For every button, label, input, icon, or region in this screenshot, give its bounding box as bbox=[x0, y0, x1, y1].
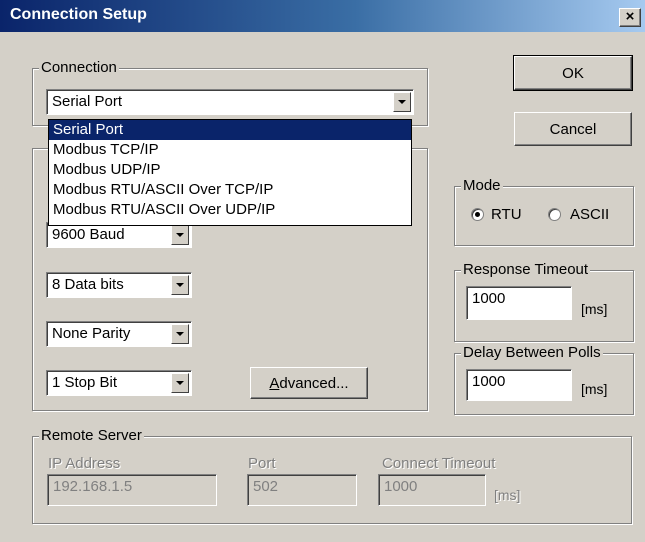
delay-between-polls-unit: [ms] bbox=[581, 381, 608, 397]
ip-address-value: 192.168.1.5 bbox=[53, 478, 133, 495]
connection-selected-value: Serial Port bbox=[52, 93, 123, 110]
chevron-down-icon bbox=[398, 100, 406, 104]
connection-dropdown-arrow[interactable] bbox=[393, 92, 411, 112]
advanced-accelerator: A bbox=[269, 374, 280, 392]
delay-between-polls-input[interactable]: 1000 bbox=[466, 369, 572, 401]
connect-timeout-unit: [ms] bbox=[494, 487, 521, 503]
connect-timeout-input[interactable]: 1000 bbox=[378, 474, 486, 506]
advanced-label-rest: dvanced... bbox=[279, 374, 349, 392]
parity-dropdown[interactable]: None Parity bbox=[46, 321, 192, 347]
response-timeout-legend: Response Timeout bbox=[461, 261, 591, 278]
stop-bits-value: 1 Stop Bit bbox=[52, 374, 118, 391]
mode-ascii-radio[interactable] bbox=[548, 208, 561, 221]
connection-option-rtu-ascii-over-udp[interactable]: Modbus RTU/ASCII Over UDP/IP bbox=[49, 200, 411, 220]
ok-button[interactable]: OK bbox=[513, 55, 633, 91]
connection-dropdown-list[interactable]: Serial Port Modbus TCP/IP Modbus UDP/IP … bbox=[48, 119, 412, 226]
baud-rate-dropdown-arrow[interactable] bbox=[171, 225, 189, 245]
ip-address-input[interactable]: 192.168.1.5 bbox=[47, 474, 217, 506]
parity-value: None Parity bbox=[52, 325, 131, 342]
port-label: Port bbox=[248, 455, 276, 472]
chevron-down-icon bbox=[176, 332, 184, 336]
stop-bits-dropdown[interactable]: 1 Stop Bit bbox=[46, 370, 192, 396]
port-input[interactable]: 502 bbox=[247, 474, 357, 506]
connect-timeout-value: 1000 bbox=[384, 478, 418, 495]
advanced-button[interactable]: Advanced... bbox=[250, 367, 368, 399]
close-button[interactable]: × bbox=[619, 8, 641, 27]
port-value: 502 bbox=[253, 478, 279, 495]
remote-server-legend: Remote Server bbox=[39, 427, 144, 444]
data-bits-value: 8 Data bits bbox=[52, 276, 124, 293]
mode-rtu-label[interactable]: RTU bbox=[491, 206, 522, 223]
connection-legend: Connection bbox=[39, 59, 119, 76]
delay-between-polls-value: 1000 bbox=[472, 373, 506, 390]
connect-timeout-label: Connect Timeout bbox=[382, 455, 496, 472]
ip-address-label: IP Address bbox=[48, 455, 121, 472]
data-bits-dropdown-arrow[interactable] bbox=[171, 275, 189, 295]
connection-option-rtu-ascii-over-tcp[interactable]: Modbus RTU/ASCII Over TCP/IP bbox=[49, 180, 411, 200]
connection-option-serial-port[interactable]: Serial Port bbox=[49, 120, 411, 140]
chevron-down-icon bbox=[176, 381, 184, 385]
chevron-down-icon bbox=[176, 283, 184, 287]
chevron-down-icon bbox=[176, 233, 184, 237]
connection-dropdown[interactable]: Serial Port bbox=[46, 89, 414, 115]
delay-between-polls-legend: Delay Between Polls bbox=[461, 344, 603, 361]
radio-selected-dot bbox=[475, 212, 480, 217]
connection-option-modbus-udp-ip[interactable]: Modbus UDP/IP bbox=[49, 160, 411, 180]
advanced-button-label: Advanced... bbox=[269, 375, 348, 392]
connection-option-modbus-tcp-ip[interactable]: Modbus TCP/IP bbox=[49, 140, 411, 160]
baud-rate-value: 9600 Baud bbox=[52, 226, 125, 243]
parity-dropdown-arrow[interactable] bbox=[171, 324, 189, 344]
cancel-button[interactable]: Cancel bbox=[514, 112, 632, 146]
window-title: Connection Setup bbox=[10, 6, 147, 23]
response-timeout-unit: [ms] bbox=[581, 301, 608, 317]
mode-rtu-radio[interactable] bbox=[471, 208, 484, 221]
response-timeout-input[interactable]: 1000 bbox=[466, 286, 572, 320]
response-timeout-value: 1000 bbox=[472, 290, 506, 307]
mode-ascii-label[interactable]: ASCII bbox=[570, 206, 609, 223]
mode-legend: Mode bbox=[461, 177, 503, 194]
stop-bits-dropdown-arrow[interactable] bbox=[171, 373, 189, 393]
data-bits-dropdown[interactable]: 8 Data bits bbox=[46, 272, 192, 298]
